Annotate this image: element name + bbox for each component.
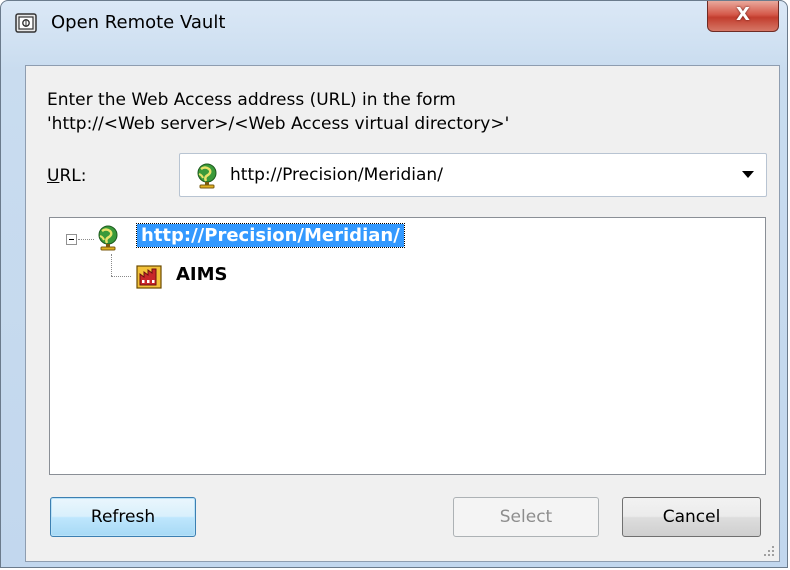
dropdown-arrow-icon[interactable] xyxy=(742,171,754,178)
cancel-button[interactable]: Cancel xyxy=(622,497,761,537)
globe-icon[interactable] xyxy=(96,225,120,253)
instructions-line-1: Enter the Web Access address (URL) in th… xyxy=(47,90,456,110)
url-label-mnemonic: U xyxy=(47,166,60,186)
select-button[interactable]: Select xyxy=(453,497,599,537)
vault-window-icon xyxy=(15,13,37,33)
vault-icon[interactable] xyxy=(136,265,162,289)
tree-connector-line xyxy=(111,276,131,277)
refresh-button[interactable]: Refresh xyxy=(50,497,196,537)
tree-node-vault[interactable]: AIMS xyxy=(176,264,228,285)
close-icon: X xyxy=(736,4,750,25)
tree-connector-line xyxy=(78,239,94,240)
title-bar[interactable]: Open Remote Vault X xyxy=(1,1,787,41)
url-value[interactable]: http://Precision/Meridian/ xyxy=(230,165,443,185)
url-combobox[interactable]: http://Precision/Meridian/ xyxy=(179,153,767,197)
tree-node-server[interactable]: http://Precision/Meridian/ xyxy=(136,223,405,248)
vault-tree[interactable]: http://Precision/Meridian/ AIMS xyxy=(49,217,766,475)
tree-connector-line xyxy=(111,254,112,276)
close-button[interactable]: X xyxy=(707,1,779,32)
instructions-line-2: 'http://<Web server>/<Web Access virtual… xyxy=(47,114,510,134)
dialog-window: Open Remote Vault X Enter the Web Access… xyxy=(0,0,788,568)
instructions-text: Enter the Web Access address (URL) in th… xyxy=(47,88,509,136)
dialog-body: Enter the Web Access address (URL) in th… xyxy=(25,65,780,562)
tree-collapse-toggle-icon[interactable] xyxy=(66,234,77,245)
window-title: Open Remote Vault xyxy=(51,12,226,33)
url-label: URL: xyxy=(47,166,86,186)
globe-icon xyxy=(197,163,217,189)
resize-grip-icon[interactable] xyxy=(763,545,775,557)
url-label-text: RL: xyxy=(59,166,87,186)
